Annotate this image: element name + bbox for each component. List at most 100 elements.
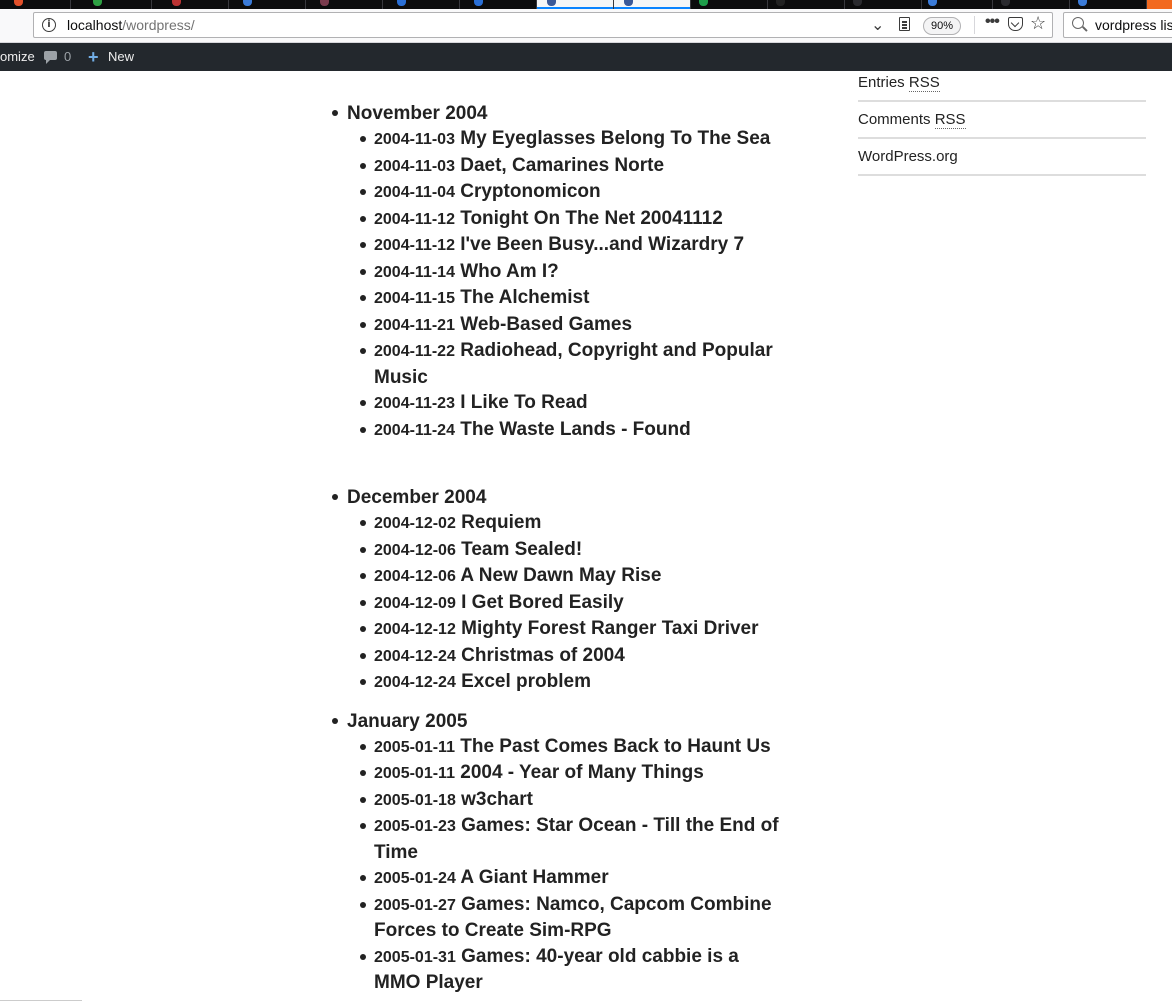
list-item: 2004-11-24 The Waste Lands - Found: [360, 417, 789, 444]
list-item: 2004-11-15 The Alchemist: [360, 285, 789, 312]
post-title-link[interactable]: The Past Comes Back to Haunt Us: [460, 736, 770, 757]
comment-icon[interactable]: [44, 51, 57, 64]
entries-rss-link[interactable]: Entries RSS: [858, 65, 1146, 102]
post-date: 2004-12-06: [374, 568, 456, 585]
rss-abbr: RSS: [934, 111, 966, 129]
tab-favicon-icon: [172, 0, 181, 6]
browser-tab[interactable]: [71, 0, 152, 9]
tab-favicon-icon: [320, 0, 329, 6]
tab-favicon-icon: [14, 0, 23, 6]
post-title-link[interactable]: I've Been Busy...and Wizardry 7: [460, 234, 744, 255]
browser-tab[interactable]: [1147, 0, 1172, 9]
url-bar[interactable]: i localhost/wordpress/ ⌄ 90% ••• ☆: [33, 12, 1053, 38]
post-title-link[interactable]: Team Sealed!: [461, 539, 582, 560]
browser-tab[interactable]: [152, 0, 229, 9]
list-item: 2004-12-24 Excel problem: [360, 669, 789, 696]
list-item: 2005-01-24 A Giant Hammer: [360, 865, 789, 892]
post-date: 2004-12-24: [374, 674, 456, 691]
search-bar[interactable]: vordpress list: [1063, 12, 1172, 38]
post-title-link[interactable]: I Get Bored Easily: [461, 592, 624, 613]
browser-tab[interactable]: [691, 0, 768, 9]
post-list: 2005-01-11 The Past Comes Back to Haunt …: [346, 734, 789, 996]
tab-favicon-icon: [474, 0, 483, 6]
post-date: 2004-11-23: [374, 395, 455, 412]
page-content: November 2004 2004-11-03 My Eyeglasses Be…: [0, 71, 1172, 1001]
zoom-level-badge[interactable]: 90%: [923, 17, 962, 35]
post-title-link[interactable]: Mighty Forest Ranger Taxi Driver: [461, 618, 758, 639]
list-item: 2004-11-04 Cryptonomicon: [360, 179, 789, 206]
browser-tab[interactable]: [845, 0, 922, 9]
post-date: 2005-01-18: [374, 791, 456, 809]
post-title-link[interactable]: Excel problem: [461, 671, 591, 692]
post-title-link[interactable]: The Waste Lands - Found: [460, 419, 690, 440]
plus-icon[interactable]: +: [88, 48, 99, 66]
browser-tab[interactable]: [537, 0, 614, 9]
wordpress-org-link[interactable]: WordPress.org: [858, 139, 1146, 176]
browser-tab[interactable]: [0, 0, 71, 9]
post-title-link[interactable]: The Alchemist: [460, 287, 589, 308]
list-item: 2004-11-22 Radiohead, Copyright and Popu…: [360, 338, 789, 390]
reader-view-icon[interactable]: [899, 17, 910, 31]
post-date: 2004-11-22: [374, 343, 455, 360]
post-title-link[interactable]: Daet, Camarines Norte: [460, 155, 664, 176]
post-title-link[interactable]: Tonight On The Net 20041112: [460, 208, 723, 229]
month-heading: November 2004: [347, 103, 488, 124]
post-date: 2005-01-11: [374, 738, 455, 756]
browser-tab[interactable]: [383, 0, 460, 9]
browser-tab[interactable]: [993, 0, 1070, 9]
post-date: 2004-11-24: [374, 421, 455, 439]
tab-strip: [0, 0, 1172, 9]
post-title-link[interactable]: Who Am I?: [460, 261, 559, 282]
post-date: 2005-01-27: [374, 896, 456, 914]
rss-abbr: RSS: [908, 74, 940, 92]
browser-tab[interactable]: [229, 0, 306, 9]
browser-toolbar: i localhost/wordpress/ ⌄ 90% ••• ☆ vordp…: [0, 9, 1172, 43]
post-title-link[interactable]: Cryptonomicon: [460, 181, 600, 202]
post-title-link[interactable]: A Giant Hammer: [460, 867, 608, 888]
browser-tab[interactable]: [614, 0, 691, 9]
list-item: 2005-01-23 Games: Star Ocean - Till the …: [360, 813, 789, 865]
list-item: 2005-01-11 The Past Comes Back to Haunt …: [360, 734, 789, 761]
post-title-link[interactable]: My Eyeglasses Belong To The Sea: [460, 128, 770, 149]
browser-tab[interactable]: [768, 0, 845, 9]
post-title-link[interactable]: Christmas of 2004: [461, 645, 625, 666]
browser-tab[interactable]: [1070, 0, 1147, 9]
divider: [974, 16, 975, 34]
customize-link[interactable]: omize: [0, 43, 35, 71]
post-title-link[interactable]: Requiem: [461, 512, 541, 533]
archive-month: December 2004 2004-12-02 Requiem 2004-12-0…: [330, 485, 790, 696]
tab-favicon-icon: [928, 0, 937, 6]
post-list: 2004-11-03 My Eyeglasses Belong To The S…: [346, 126, 789, 443]
post-date: 2004-12-02: [374, 515, 456, 532]
post-date: 2004-11-21: [374, 316, 455, 334]
pocket-icon[interactable]: [1008, 17, 1023, 31]
browser-tab[interactable]: [460, 0, 537, 9]
list-item: 2004-11-23 I Like To Read: [360, 390, 789, 417]
comments-count[interactable]: 0: [64, 43, 71, 71]
more-actions-icon[interactable]: •••: [985, 13, 1000, 31]
post-date: 2005-01-31: [374, 948, 456, 966]
star-icon[interactable]: ☆: [1030, 13, 1046, 34]
post-title-link[interactable]: w3chart: [461, 789, 533, 810]
list-item: 2004-12-24 Christmas of 2004: [360, 643, 789, 670]
chevron-down-icon[interactable]: ⌄: [871, 15, 884, 35]
url-text[interactable]: localhost/wordpress/: [67, 17, 195, 33]
browser-tab[interactable]: [306, 0, 383, 9]
browser-tab[interactable]: [922, 0, 993, 9]
entries-label: Entries: [858, 74, 905, 91]
search-input[interactable]: vordpress list: [1095, 17, 1172, 33]
post-title-link[interactable]: 2004 - Year of Many Things: [460, 762, 704, 783]
post-title-link[interactable]: I Like To Read: [460, 392, 587, 413]
tab-favicon-icon: [93, 0, 102, 6]
tab-favicon-icon: [699, 0, 708, 6]
post-date: 2004-11-12: [374, 237, 455, 254]
comments-rss-link[interactable]: Comments RSS: [858, 102, 1146, 139]
list-item: 2004-12-12 Mighty Forest Ranger Taxi Dri…: [360, 616, 789, 643]
new-content-link[interactable]: New: [108, 43, 134, 71]
post-title-link[interactable]: Web-Based Games: [460, 314, 632, 335]
post-date: 2004-12-06: [374, 541, 456, 559]
info-icon[interactable]: i: [42, 18, 56, 32]
post-title-link[interactable]: A New Dawn May Rise: [460, 565, 661, 586]
post-date: 2005-01-23: [374, 818, 456, 835]
list-item: 2004-11-12 Tonight On The Net 20041112: [360, 206, 789, 233]
